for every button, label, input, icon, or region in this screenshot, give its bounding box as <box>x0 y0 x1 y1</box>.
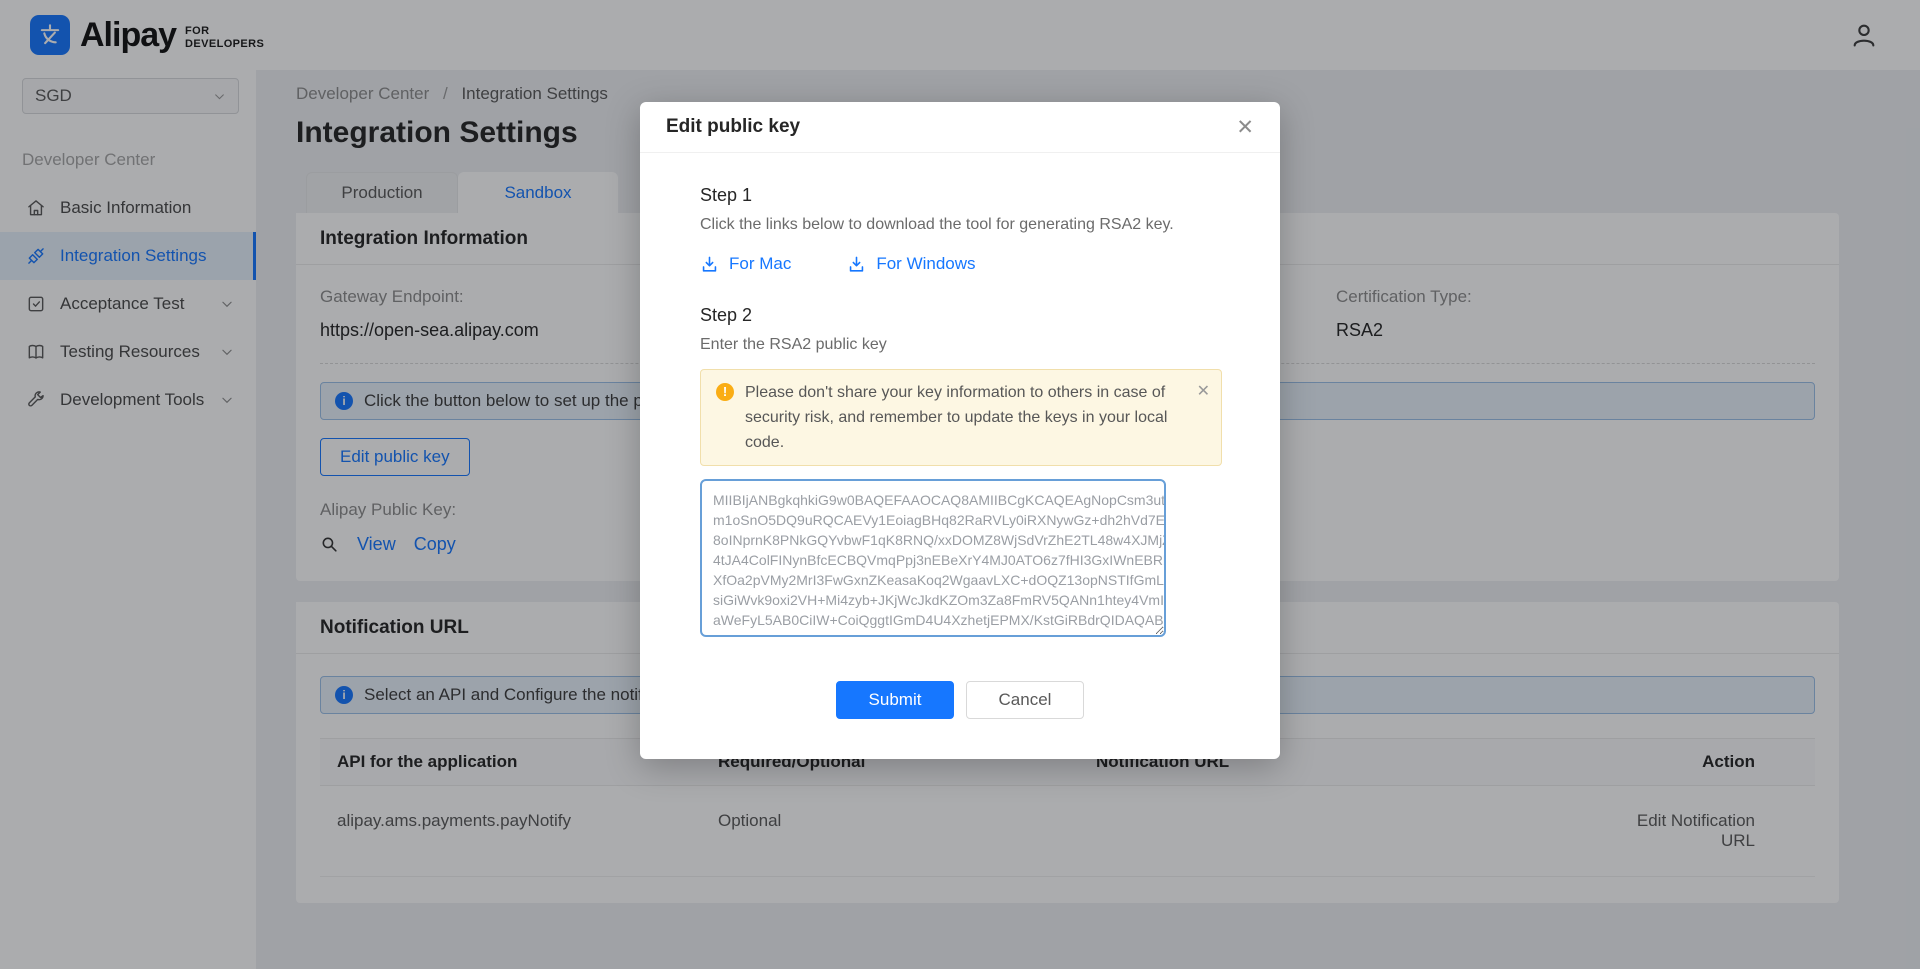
submit-button[interactable]: Submit <box>836 681 954 719</box>
rsa2-public-key-textarea[interactable]: MIIBIjANBgkqhkiG9w0BAQEFAAOCAQ8AMIIBCgKC… <box>700 479 1166 637</box>
step1-title: Step 1 <box>700 185 1220 206</box>
edit-public-key-modal: Edit public key ✕ Step 1 Click the links… <box>640 102 1280 759</box>
download-icon <box>847 255 866 274</box>
step2-title: Step 2 <box>700 305 1220 326</box>
step1-description: Click the links below to download the to… <box>700 216 1220 234</box>
download-link-label: For Windows <box>876 254 975 274</box>
download-icon <box>700 255 719 274</box>
cancel-button[interactable]: Cancel <box>966 681 1084 719</box>
warning-icon: ! <box>716 383 734 401</box>
download-for-mac-link[interactable]: For Mac <box>700 254 791 274</box>
modal-title: Edit public key <box>666 116 800 138</box>
security-warning-text: Please don't share your key information … <box>745 384 1167 451</box>
download-for-windows-link[interactable]: For Windows <box>847 254 975 274</box>
security-warning-banner: ! Please don't share your key informatio… <box>700 369 1222 466</box>
close-icon[interactable]: ✕ <box>1236 117 1254 138</box>
download-link-label: For Mac <box>729 254 791 274</box>
warning-close-icon[interactable]: ✕ <box>1197 379 1210 404</box>
app-root: Alipay FOR DEVELOPERS SGD Developer Cent… <box>0 0 1920 969</box>
step2-description: Enter the RSA2 public key <box>700 336 1220 354</box>
